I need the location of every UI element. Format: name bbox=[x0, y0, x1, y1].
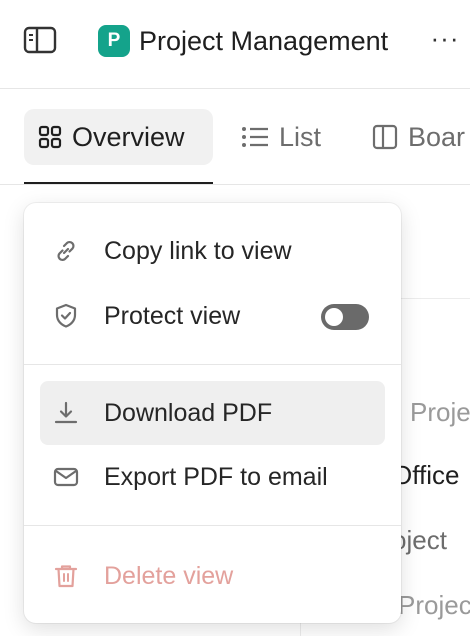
board-icon bbox=[372, 124, 398, 150]
download-pdf-label: Download PDF bbox=[104, 398, 273, 427]
app-window: P Project Management ··· Overview List B… bbox=[0, 0, 470, 636]
tab-overview[interactable]: Overview bbox=[24, 109, 213, 165]
copy-link-menu-item[interactable]: Copy link to view bbox=[40, 219, 385, 283]
tabbar-divider bbox=[0, 184, 470, 185]
delete-view-label: Delete view bbox=[104, 561, 234, 590]
export-pdf-email-menu-item[interactable]: Export PDF to email bbox=[40, 445, 385, 509]
protect-view-label: Protect view bbox=[104, 301, 241, 330]
mail-icon bbox=[52, 463, 80, 491]
download-icon bbox=[52, 399, 80, 427]
background-row: Proje bbox=[410, 397, 470, 427]
protect-view-menu-item[interactable]: Protect view bbox=[40, 284, 385, 348]
menu-divider bbox=[24, 364, 401, 365]
background-row: Office bbox=[392, 460, 460, 490]
more-options-button[interactable]: ··· bbox=[428, 25, 462, 56]
view-options-menu: Copy link to view Protect view Download … bbox=[24, 203, 401, 623]
background-row: Projec bbox=[398, 590, 470, 620]
shield-check-icon bbox=[52, 302, 80, 330]
tab-overview-label: Overview bbox=[72, 121, 185, 152]
tab-list[interactable]: List bbox=[241, 109, 321, 165]
grid-icon bbox=[38, 125, 62, 149]
tab-board-label: Boar bbox=[408, 121, 466, 152]
tab-list-label: List bbox=[279, 121, 322, 152]
project-badge: P bbox=[98, 25, 130, 57]
download-pdf-menu-item[interactable]: Download PDF bbox=[40, 381, 385, 445]
copy-link-label: Copy link to view bbox=[104, 236, 292, 265]
export-pdf-email-label: Export PDF to email bbox=[104, 462, 328, 491]
delete-view-menu-item[interactable]: Delete view bbox=[40, 544, 385, 608]
view-tabs: Overview List Boar bbox=[0, 89, 470, 185]
menu-divider bbox=[24, 525, 401, 526]
project-title[interactable]: Project Management bbox=[139, 23, 388, 59]
top-header: P Project Management ··· bbox=[0, 0, 470, 88]
protect-view-toggle[interactable] bbox=[321, 304, 369, 330]
trash-icon bbox=[52, 562, 80, 590]
sidebar-panel-icon bbox=[23, 26, 57, 54]
sidebar-toggle-button[interactable] bbox=[22, 24, 58, 56]
link-icon bbox=[52, 237, 80, 265]
tab-board[interactable]: Boar bbox=[372, 109, 465, 165]
list-icon bbox=[242, 127, 268, 147]
toggle-knob bbox=[325, 308, 343, 326]
